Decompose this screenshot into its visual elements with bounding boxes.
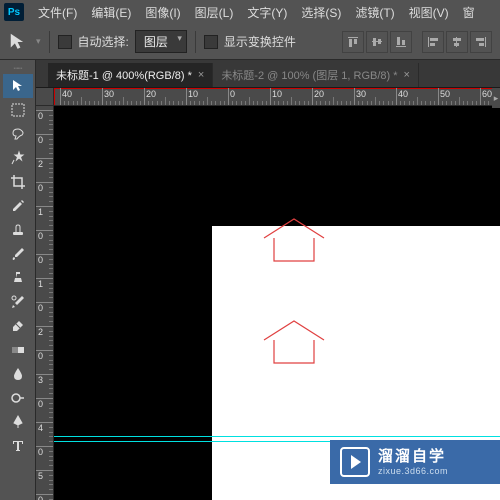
menu-image[interactable]: 图像(I) <box>139 1 186 24</box>
watermark: 溜溜自学 zixue.3d66.com <box>330 440 500 484</box>
ruler-origin[interactable] <box>36 88 54 106</box>
show-transform-label: 显示变换控件 <box>224 33 296 50</box>
type-tool[interactable] <box>3 434 33 458</box>
eyedropper-tool[interactable] <box>3 194 33 218</box>
lasso-tool[interactable] <box>3 122 33 146</box>
toolbox <box>0 60 36 500</box>
align-top-button[interactable] <box>342 31 364 53</box>
workspace: 403020100102030405060 00201001020304050 <box>36 88 500 500</box>
horizontal-ruler[interactable]: 403020100102030405060 <box>54 88 500 106</box>
house-shape-top <box>259 216 329 266</box>
crop-tool[interactable] <box>3 170 33 194</box>
clone-stamp-tool[interactable] <box>3 266 33 290</box>
menu-view[interactable]: 视图(V) <box>403 1 455 24</box>
divider <box>49 31 50 53</box>
toolbox-grip[interactable] <box>3 64 33 72</box>
align-button-group <box>342 31 492 53</box>
menu-edit[interactable]: 编辑(E) <box>85 1 137 24</box>
divider <box>195 31 196 53</box>
gradient-tool[interactable] <box>3 338 33 362</box>
document-tab-active[interactable]: 未标题-1 @ 400%(RGB/8) * × <box>48 63 213 87</box>
align-vcenter-button[interactable] <box>366 31 388 53</box>
menu-type[interactable]: 文字(Y) <box>241 1 293 24</box>
document-tab-inactive[interactable]: 未标题-2 @ 100% (图层 1, RGB/8) * × <box>213 63 419 87</box>
align-right-button[interactable] <box>470 31 492 53</box>
tab-label: 未标题-2 @ 100% (图层 1, RGB/8) * <box>221 67 397 83</box>
align-bottom-button[interactable] <box>390 31 412 53</box>
menu-file[interactable]: 文件(F) <box>32 1 83 24</box>
auto-select-target-dropdown[interactable]: 图层 <box>135 30 187 53</box>
menu-bar: Ps 文件(F) 编辑(E) 图像(I) 图层(L) 文字(Y) 选择(S) 滤… <box>0 0 500 24</box>
house-shape-bottom <box>259 318 329 368</box>
align-left-button[interactable] <box>422 31 444 53</box>
app-logo: Ps <box>4 3 24 21</box>
auto-select-checkbox[interactable] <box>58 35 72 49</box>
auto-select-label: 自动选择: <box>78 33 129 50</box>
pen-tool[interactable] <box>3 410 33 434</box>
play-icon <box>340 447 370 477</box>
show-transform-checkbox[interactable] <box>204 35 218 49</box>
eraser-tool[interactable] <box>3 314 33 338</box>
menu-filter[interactable]: 滤镜(T) <box>349 1 400 24</box>
document-tab-bar: 未标题-1 @ 400%(RGB/8) * × 未标题-2 @ 100% (图层… <box>0 60 500 88</box>
align-hcenter-button[interactable] <box>446 31 468 53</box>
watermark-title: 溜溜自学 <box>378 448 448 466</box>
close-icon[interactable]: × <box>198 69 204 81</box>
magic-wand-tool[interactable] <box>3 146 33 170</box>
tab-label: 未标题-1 @ 400%(RGB/8) * <box>56 67 192 83</box>
horizontal-guide[interactable] <box>54 436 500 437</box>
blur-tool[interactable] <box>3 362 33 386</box>
close-icon[interactable]: × <box>404 69 410 81</box>
marquee-tool[interactable] <box>3 98 33 122</box>
move-tool[interactable] <box>3 74 33 98</box>
watermark-url: zixue.3d66.com <box>378 466 448 477</box>
healing-brush-tool[interactable] <box>3 218 33 242</box>
panel-expand-icon[interactable]: ▸ <box>492 88 500 108</box>
dodge-tool[interactable] <box>3 386 33 410</box>
history-brush-tool[interactable] <box>3 290 33 314</box>
vertical-ruler[interactable]: 00201001020304050 <box>36 106 54 500</box>
options-bar: ▾ 自动选择: 图层 显示变换控件 <box>0 24 500 60</box>
menu-select[interactable]: 选择(S) <box>295 1 347 24</box>
menu-layer[interactable]: 图层(L) <box>189 1 240 24</box>
menu-window[interactable]: 窗 <box>457 1 481 24</box>
brush-tool[interactable] <box>3 242 33 266</box>
move-tool-icon[interactable] <box>8 31 30 53</box>
